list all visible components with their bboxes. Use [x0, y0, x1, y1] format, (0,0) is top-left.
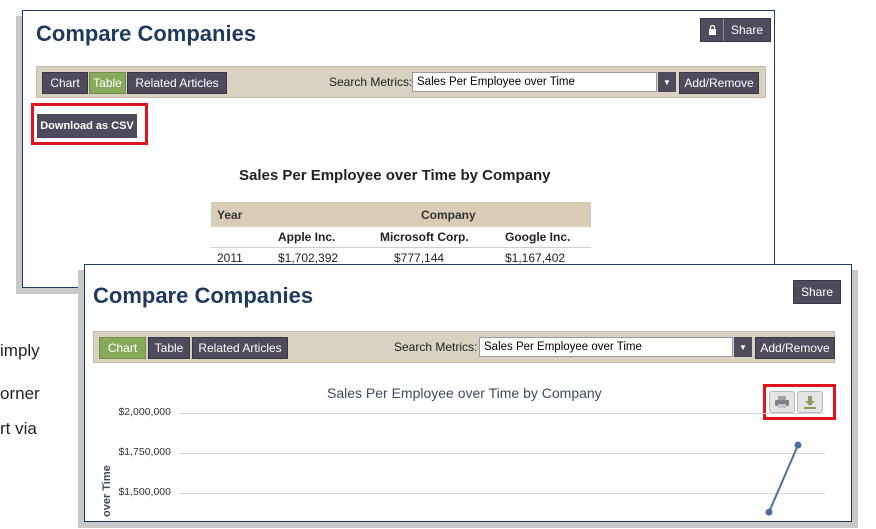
chart-plot-area [765, 441, 802, 516]
table-title: Sales Per Employee over Time by Company [239, 167, 551, 184]
search-metrics-label: Search Metrics: [329, 75, 413, 89]
series-line [768, 444, 799, 513]
tab-related-articles[interactable]: Related Articles [127, 72, 227, 94]
row-year: 2011 [217, 251, 243, 265]
data-table: Year Company Apple Inc. Microsoft Corp. … [211, 202, 591, 268]
company-header-row: Apple Inc. Microsoft Corp. Google Inc. [211, 227, 591, 248]
share-label: Share [731, 23, 764, 37]
lock-icon [701, 19, 724, 41]
highlight-box-csv [31, 103, 148, 145]
column-header-company: Company [421, 207, 476, 222]
background-text-line-1: imply [0, 341, 40, 360]
background-text-line-3: rt via [0, 419, 37, 438]
company-microsoft: Microsoft Corp. [380, 230, 469, 244]
company-google: Google Inc. [505, 230, 571, 244]
compare-companies-chart-panel: Compare Companies Share Chart Table Rela… [84, 264, 852, 522]
tab-chart[interactable]: Chart [42, 72, 88, 94]
add-remove-button[interactable]: Add/Remove [679, 72, 759, 94]
table-header-row: Year Company [211, 202, 591, 227]
chevron-down-icon[interactable]: ▼ [658, 72, 676, 92]
toolbar: Chart Table Related Articles Search Metr… [36, 66, 766, 98]
page-title: Compare Companies [36, 21, 257, 46]
compare-companies-table-panel: Compare Companies Share Chart Table Rela… [22, 10, 775, 288]
tab-table[interactable]: Table [89, 72, 126, 94]
company-apple: Apple Inc. [278, 230, 336, 244]
row-value-apple: $1,702,392 [278, 251, 339, 265]
share-button[interactable]: Share [700, 18, 772, 42]
metrics-select[interactable]: Sales Per Employee over Time [412, 72, 657, 92]
row-value-microsoft: $777,144 [394, 251, 445, 265]
background-text-line-2: orner [0, 384, 40, 403]
data-point[interactable] [765, 508, 773, 516]
row-value-google: $1,167,402 [505, 251, 566, 265]
column-header-year: Year [217, 207, 243, 222]
data-point[interactable] [794, 441, 802, 449]
